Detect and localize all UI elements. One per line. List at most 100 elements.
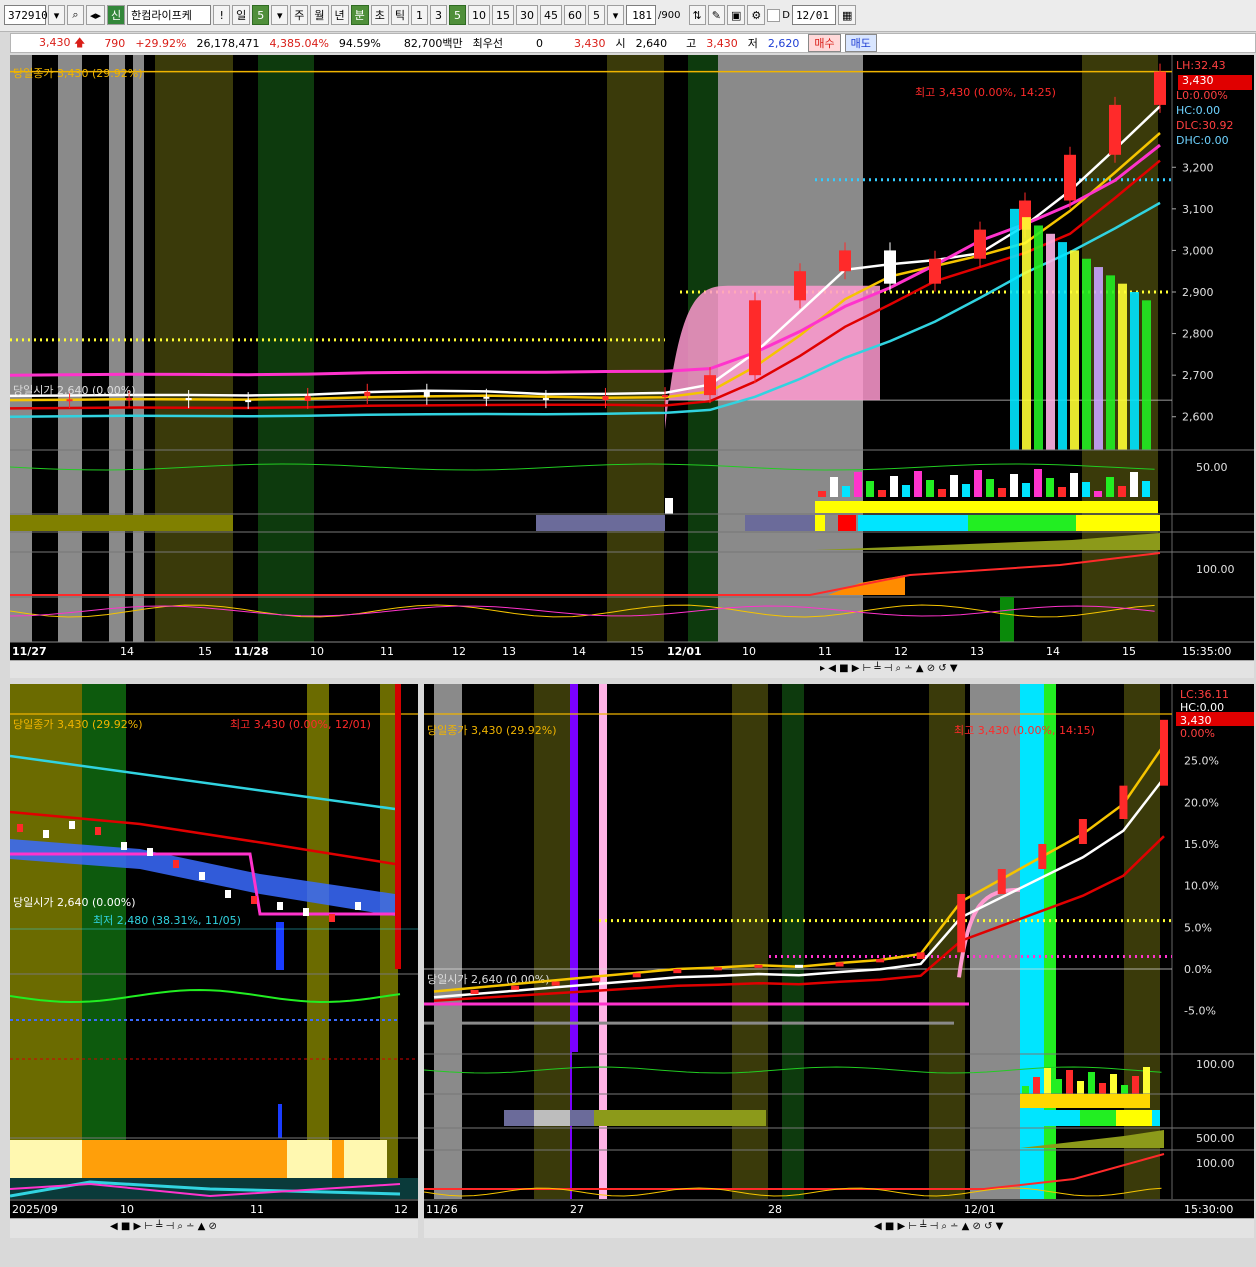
chart-type-icon[interactable]: ⇅: [688, 5, 706, 25]
candle-body: [997, 869, 1006, 894]
volume-bar: [1118, 486, 1126, 497]
high-label: 최고 3,430 (0.00%, 14:25): [915, 86, 1056, 99]
bottom-left-chart-svg[interactable]: 당일종가 3,430 (29.92%) 최고 3,430 (0.00%, 12/0…: [10, 684, 418, 1218]
prev-stock-icon[interactable]: ◂▸: [86, 5, 106, 25]
trend-strip: [10, 1140, 82, 1178]
bottom-right-chart-svg[interactable]: 25.0% 20.0% 15.0% 10.0% 5.0% 0.0% -5.0% 당일종가 3,…: [424, 684, 1254, 1218]
close-level-label: 당일종가 3,430 (29.92%): [13, 717, 143, 731]
volume-ratio: 4,385.04%: [269, 36, 329, 50]
scroll-controls-icon[interactable]: ◀ ■ ▶ ⊢ ╧ ⊣ ⌕ ∸ ▲ ⊘: [110, 1221, 217, 1232]
candle-body: [17, 824, 23, 832]
volume-bar: [1094, 491, 1102, 497]
search-icon[interactable]: ⌕: [67, 5, 84, 25]
sell-button[interactable]: 매도: [844, 34, 877, 52]
volume-bar: [878, 490, 886, 497]
period-month-button[interactable]: 월: [310, 5, 329, 25]
count-input[interactable]: 181: [626, 5, 657, 25]
candle-body: [95, 827, 101, 835]
bottom-left-chart-panel[interactable]: 당일종가 3,430 (29.92%) 최고 3,430 (0.00%, 12/0…: [10, 684, 418, 1218]
volume-bar: [1046, 478, 1054, 497]
top-chart-svg[interactable]: 2,600 2,700 2,800 2,900 3,000 3,100 3,200 당일종가 …: [10, 55, 1254, 660]
volume-bar: [1132, 1076, 1139, 1094]
period-tick-button[interactable]: 틱: [390, 5, 410, 25]
interval-1-button[interactable]: 1: [411, 5, 429, 25]
signal-bar: [1046, 233, 1055, 450]
x-axis-area: [10, 1200, 418, 1218]
volume-bar: [1022, 483, 1030, 497]
stock-code-input[interactable]: 372910: [4, 5, 48, 25]
trend-strip: [1076, 515, 1160, 531]
right-info-label: 3,430: [1180, 714, 1212, 727]
candle-body: [749, 300, 761, 376]
y-tick-label: 0.0%: [1184, 963, 1212, 976]
trend-strip: [1116, 1110, 1152, 1126]
period-num-select[interactable]: 5: [252, 5, 270, 25]
scroll-controls-icon[interactable]: ◀ ■ ▶ ⊢ ╧ ⊣ ⌕ ∸ ▲ ⊘ ↺ ▼: [874, 1221, 1003, 1232]
volume-bar: [1110, 1074, 1117, 1094]
period-day-button[interactable]: 일: [232, 5, 251, 25]
interval-45-button[interactable]: 45: [540, 5, 563, 25]
candle-body: [126, 398, 133, 401]
candle-body: [470, 989, 479, 994]
session-band: [970, 684, 1020, 1199]
candle-body: [121, 842, 127, 850]
interval-15-button[interactable]: 15: [492, 5, 515, 25]
y-tick-label: 15.0%: [1184, 838, 1219, 851]
save-icon[interactable]: ▣: [726, 5, 746, 25]
candle-body: [835, 962, 844, 967]
session-band: [58, 55, 82, 642]
alert-button[interactable]: !: [213, 5, 231, 25]
signal-bar: [1022, 217, 1031, 450]
buy-button[interactable]: 매수: [808, 34, 841, 52]
period-year-button[interactable]: 년: [330, 5, 349, 25]
dropdown-icon[interactable]: ▾: [48, 5, 65, 25]
interval-60-button[interactable]: 60: [564, 5, 587, 25]
interval-5-active-button[interactable]: 5: [449, 5, 467, 25]
scroll-controls-icon[interactable]: ▸ ◀ ■ ▶ ⊢ ╧ ⊣ ⌕ ∸ ▲ ⊘ ↺ ▼: [820, 663, 958, 674]
volume-bar: [914, 471, 922, 497]
candle-body: [364, 391, 371, 396]
candle-body: [185, 398, 192, 401]
interval-value-select[interactable]: 5: [588, 5, 606, 25]
x-axis-area: [424, 1200, 1254, 1218]
volume-bar: [1082, 482, 1090, 497]
date-input[interactable]: 12/01: [791, 5, 836, 25]
candle-body: [957, 894, 966, 953]
candle-body: [704, 375, 716, 396]
session-band: [434, 684, 462, 1199]
candle-body: [795, 964, 803, 968]
top-chart-panel[interactable]: 2,600 2,700 2,800 2,900 3,000 3,100 3,200 당일종가 …: [10, 55, 1254, 660]
high-label: 고: [686, 37, 697, 50]
right-info-label: 0.00%: [1180, 727, 1215, 740]
interval-3-button[interactable]: 3: [430, 5, 448, 25]
right-info-label: 3,430: [1182, 74, 1214, 87]
bottom-right-scrollbar[interactable]: ◀ ■ ▶ ⊢ ╧ ⊣ ⌕ ∸ ▲ ⊘ ↺ ▼: [424, 1218, 1254, 1238]
close-level-label: 당일종가 3,430 (29.92%): [13, 66, 143, 80]
session-band: [307, 684, 329, 1199]
candle-body: [551, 981, 560, 986]
x-tick-label: 27: [570, 1203, 584, 1216]
interval-10-button[interactable]: 10: [468, 5, 491, 25]
chevron-down-icon[interactable]: ▾: [607, 5, 625, 25]
bottom-left-scrollbar[interactable]: ◀ ■ ▶ ⊢ ╧ ⊣ ⌕ ∸ ▲ ⊘: [10, 1218, 418, 1238]
date-checkbox[interactable]: [767, 8, 781, 22]
top-chart-scrollbar[interactable]: ▸ ◀ ■ ▶ ⊢ ╧ ⊣ ⌕ ∸ ▲ ⊘ ↺ ▼: [10, 660, 1254, 678]
candle-body: [839, 250, 851, 272]
interval-30-button[interactable]: 30: [516, 5, 539, 25]
date-label: D: [782, 9, 790, 21]
period-second-button[interactable]: 초: [370, 5, 389, 25]
period-minute-button[interactable]: 분: [350, 5, 369, 25]
calendar-icon[interactable]: ▦: [837, 5, 857, 25]
up-arrow-icon: 🡅: [74, 35, 86, 49]
bottom-right-chart-panel[interactable]: 25.0% 20.0% 15.0% 10.0% 5.0% 0.0% -5.0% 당일종가 3,…: [424, 684, 1254, 1218]
x-tick-label: 11: [250, 1203, 264, 1216]
stock-name-field[interactable]: 한컴라이프케: [127, 5, 212, 25]
draw-tool-icon[interactable]: ✎: [707, 5, 725, 25]
chevron-down-icon[interactable]: ▾: [271, 5, 289, 25]
candle-body: [69, 821, 75, 829]
candle-body: [245, 400, 252, 403]
period-week-button[interactable]: 주: [290, 5, 309, 25]
candle-body: [632, 973, 641, 978]
settings-icon[interactable]: ⚙: [747, 5, 766, 25]
y-tick-label: 3,200: [1182, 161, 1214, 174]
